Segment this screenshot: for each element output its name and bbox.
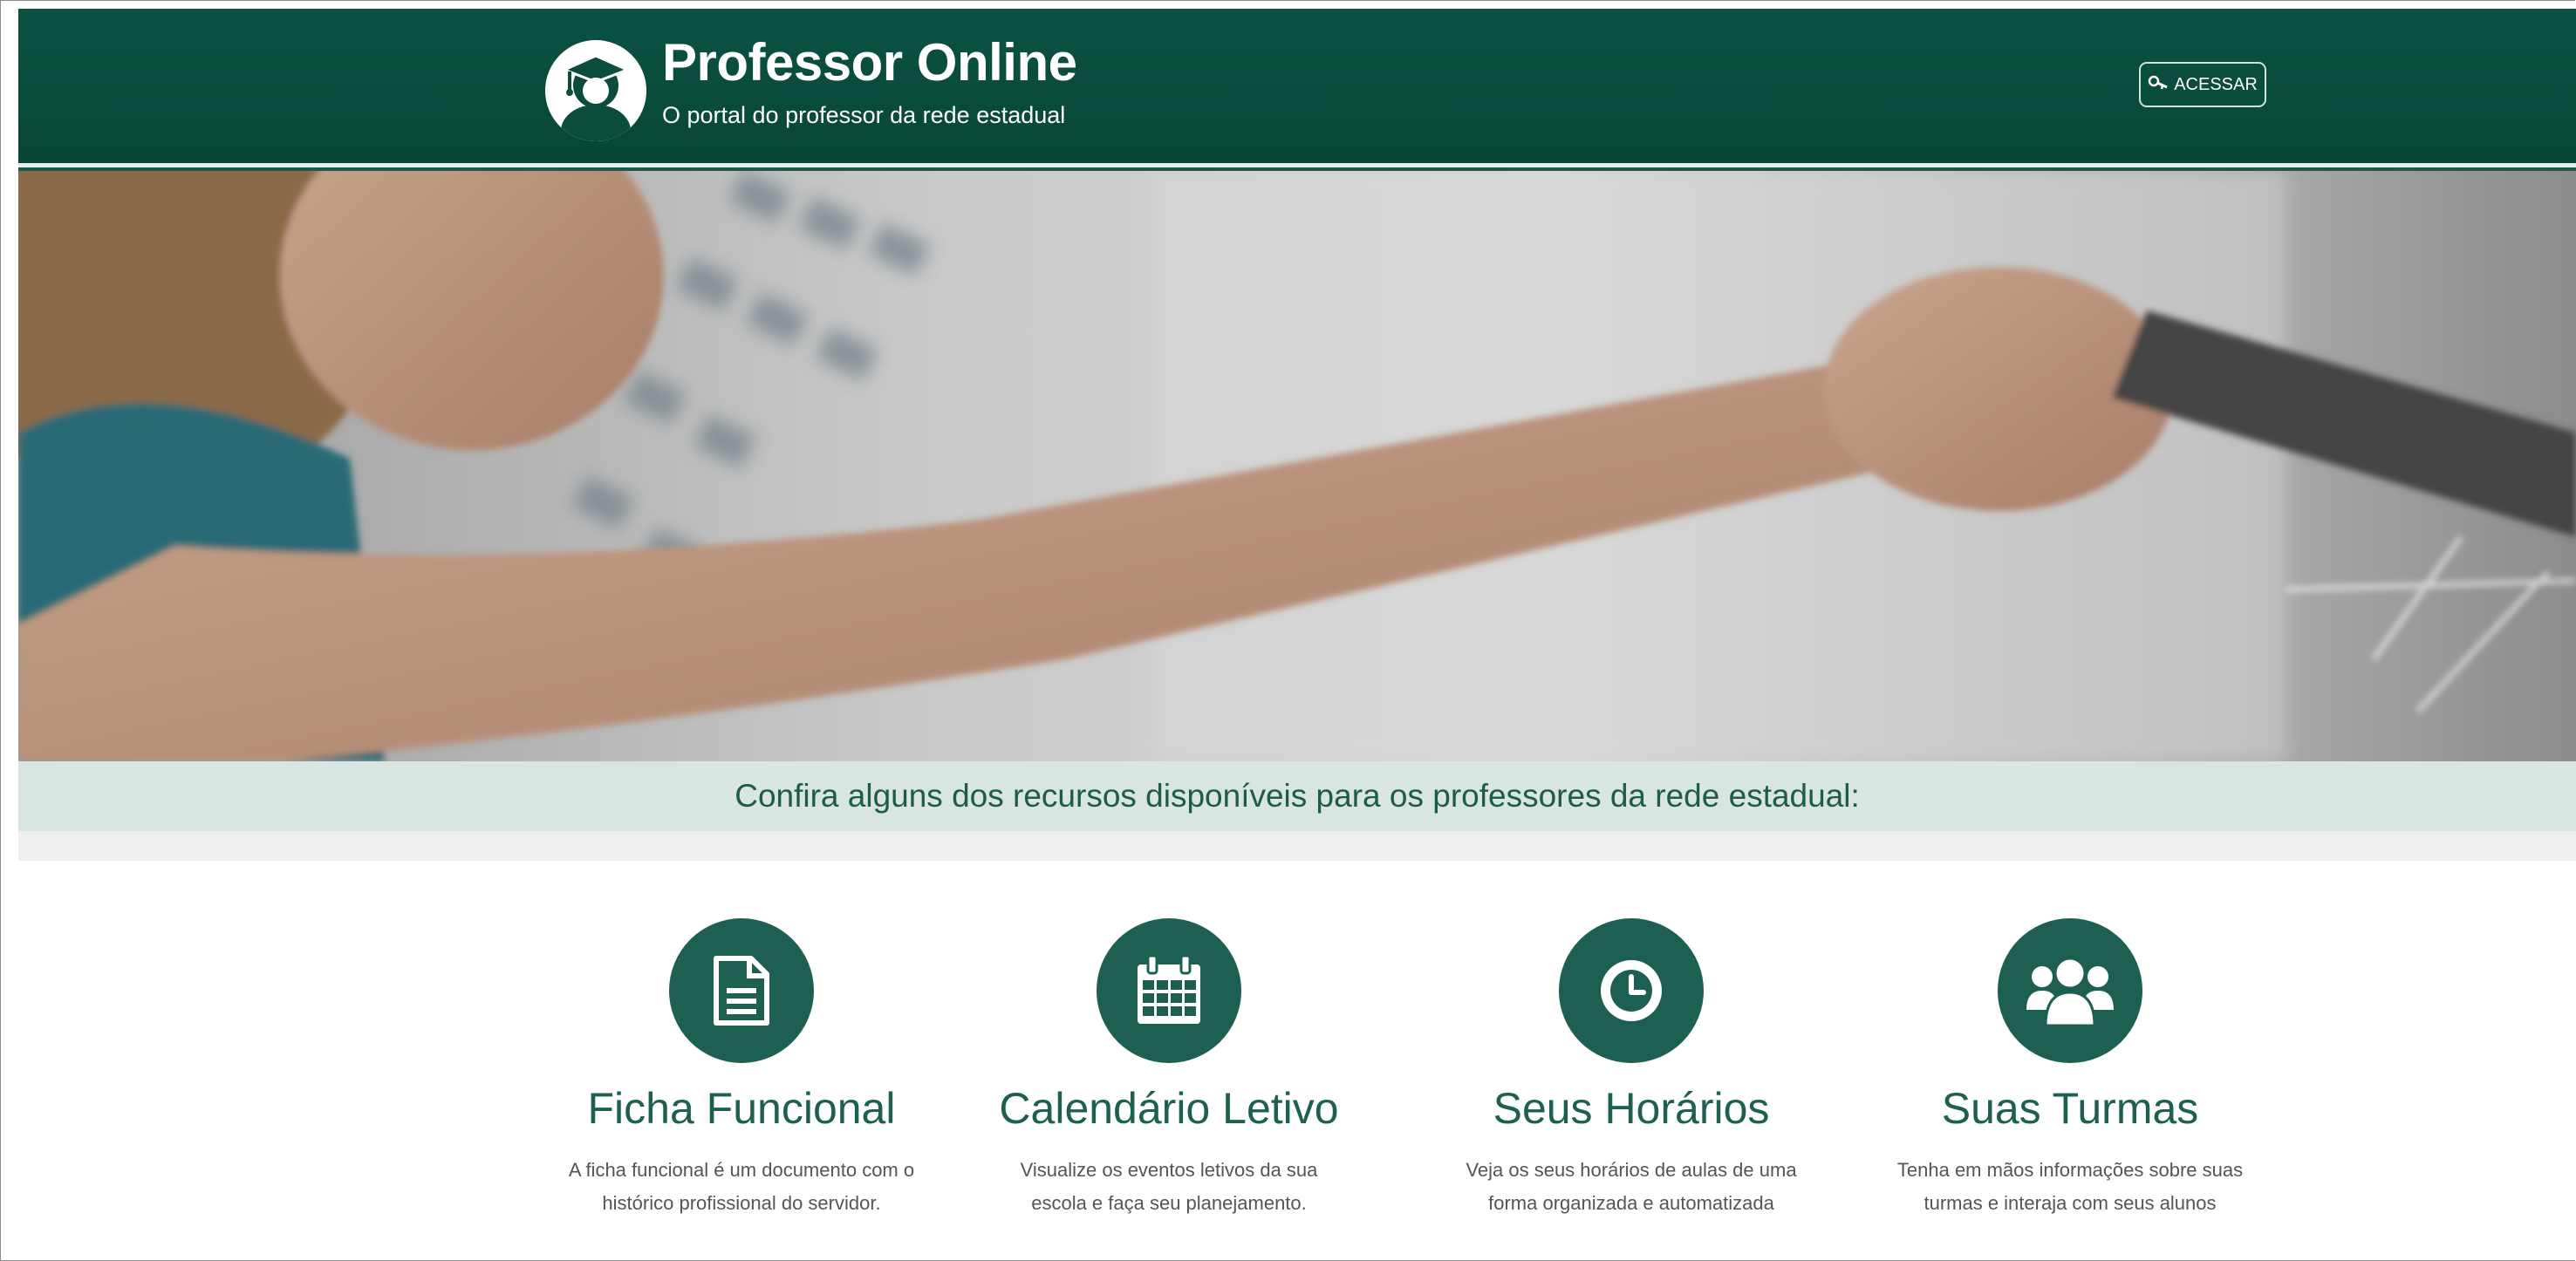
hero-image — [18, 171, 2576, 761]
feature-ficha-funcional[interactable]: Ficha Funcional A ficha funcional é um d… — [523, 918, 960, 1220]
feature-description: Tenha em mãos informações sobre suas tur… — [1896, 1159, 2244, 1214]
brand-title[interactable]: Professor Online — [662, 37, 1077, 89]
key-icon — [2148, 73, 2169, 96]
graduate-avatar-icon[interactable] — [545, 40, 646, 141]
calendar-icon[interactable] — [1097, 918, 1241, 1063]
feature-title[interactable]: Suas Turmas — [1852, 1082, 2288, 1135]
group-icon[interactable] — [1998, 918, 2142, 1063]
feature-title[interactable]: Ficha Funcional — [523, 1082, 960, 1135]
feature-title[interactable]: Calendário Letivo — [951, 1082, 1387, 1135]
banner-text: Confira alguns dos recursos disponíveis … — [735, 778, 1860, 814]
access-button[interactable]: ACESSAR — [2139, 62, 2266, 107]
access-button-label: ACESSAR — [2174, 74, 2258, 94]
features-banner: Confira alguns dos recursos disponíveis … — [18, 761, 2576, 831]
brand-subtitle: O portal do professor da rede estadual — [662, 102, 1066, 128]
feature-description: Veja os seus horários de aulas de uma fo… — [1466, 1159, 1797, 1214]
banner-strip — [18, 831, 2576, 861]
feature-title[interactable]: Seus Horários — [1413, 1082, 1849, 1135]
feature-seus-horarios[interactable]: Seus Horários Veja os seus horários de a… — [1413, 918, 1849, 1220]
feature-description: A ficha funcional é um documento com o h… — [568, 1159, 915, 1214]
feature-suas-turmas[interactable]: Suas Turmas Tenha em mãos informações so… — [1852, 918, 2288, 1220]
document-icon[interactable] — [669, 918, 814, 1063]
clock-icon[interactable] — [1559, 918, 1704, 1063]
feature-calendario-letivo[interactable]: Calendário Letivo Visualize os eventos l… — [951, 918, 1387, 1220]
feature-description: Visualize os eventos letivos da sua esco… — [1020, 1159, 1318, 1214]
